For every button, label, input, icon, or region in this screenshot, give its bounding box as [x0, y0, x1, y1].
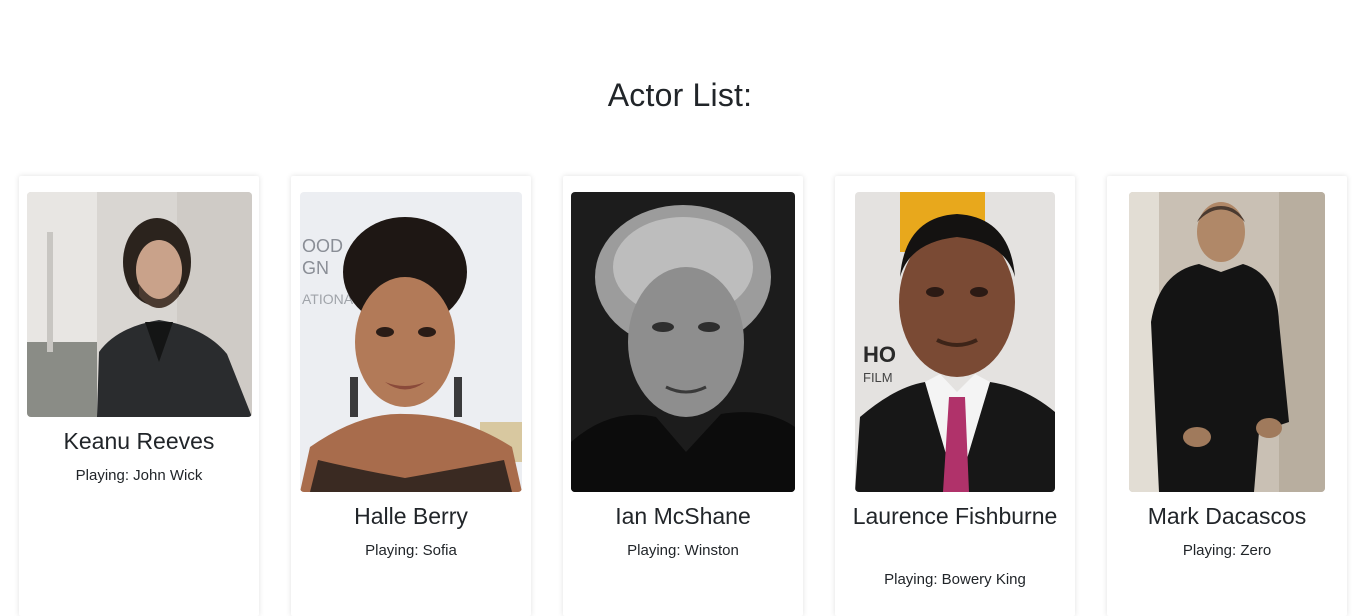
- actor-photo: [27, 192, 252, 417]
- page-title: Actor List:: [607, 77, 753, 113]
- actor-name: Halle Berry: [354, 503, 468, 529]
- actor-photo: [571, 192, 795, 492]
- actor-card-halle-berry[interactable]: OOD GN ATIONA Halle Berry Playing: Sofia: [291, 176, 531, 616]
- actor-name: Laurence Fishburne: [852, 503, 1058, 529]
- actor-role: Playing: Sofia: [365, 542, 457, 559]
- actor-name: Keanu Reeves: [63, 428, 215, 454]
- svg-text:HO: HO: [863, 342, 896, 367]
- svg-text:ATIONA: ATIONA: [302, 291, 354, 307]
- svg-text:FILM: FILM: [863, 370, 893, 385]
- actor-role: Playing: Bowery King: [884, 571, 1026, 588]
- svg-text:OOD: OOD: [302, 236, 343, 256]
- actor-card-laurence-fishburne[interactable]: HO FILM Laurence Fishburne Playing: Bowe…: [835, 176, 1075, 616]
- actor-role: Playing: John Wick: [75, 467, 203, 484]
- actor-name: Mark Dacascos: [1147, 503, 1307, 529]
- actor-card-ian-mcshane[interactable]: Ian McShane Playing: Winston: [563, 176, 803, 616]
- actor-photo: [1129, 192, 1325, 492]
- actor-name: Ian McShane: [615, 503, 751, 529]
- actor-role: Playing: Zero: [1182, 542, 1272, 559]
- actor-photo: HO FILM: [855, 192, 1055, 492]
- actor-photo: OOD GN ATIONA: [300, 192, 522, 492]
- svg-text:GN: GN: [302, 258, 329, 278]
- actor-card-mark-dacascos[interactable]: Mark Dacascos Playing: Zero: [1107, 176, 1347, 616]
- actor-role: Playing: Winston: [627, 542, 739, 559]
- actor-card-keanu-reeves[interactable]: Keanu Reeves Playing: John Wick: [19, 176, 259, 616]
